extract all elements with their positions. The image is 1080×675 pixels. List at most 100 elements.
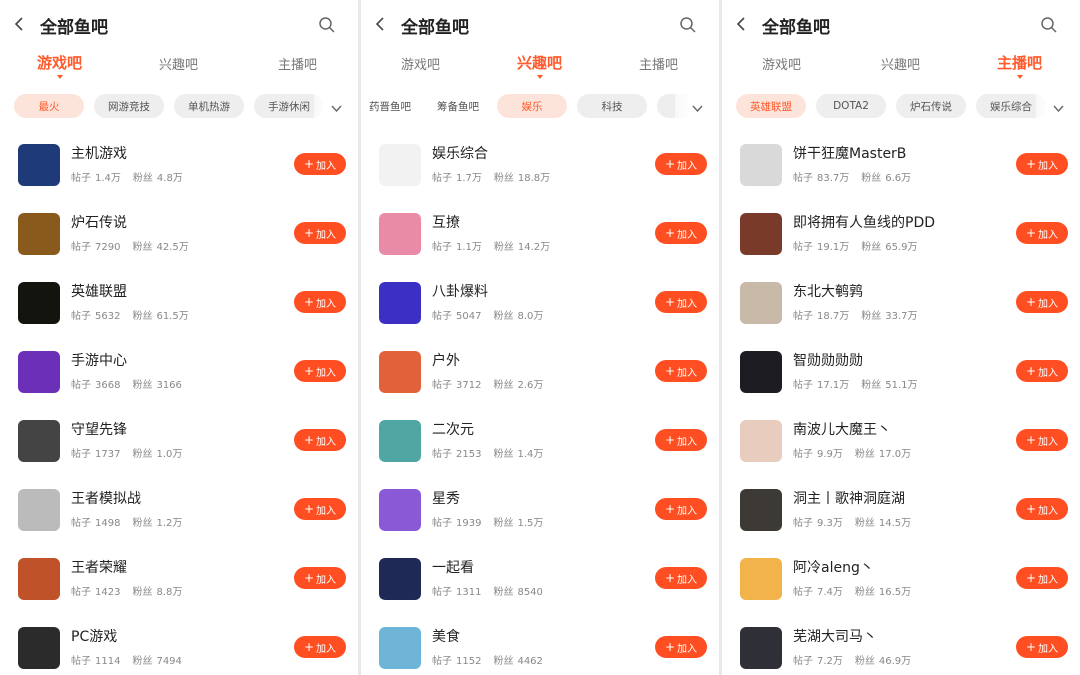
filter-chip[interactable]: 药晋鱼吧	[361, 94, 419, 118]
list-item[interactable]: 洞主丨歌神洞庭湖 帖子 9.3万 粉丝 14.5万 + 加入	[722, 475, 1080, 544]
filter-chip[interactable]: 单机热游	[174, 94, 244, 118]
filter-chip[interactable]: 科技	[577, 94, 647, 118]
plus-icon: +	[664, 157, 676, 171]
join-button[interactable]: + 加入	[1016, 567, 1068, 589]
expand-chips-button[interactable]	[675, 86, 719, 126]
back-button[interactable]	[0, 0, 40, 50]
join-button[interactable]: + 加入	[294, 153, 346, 175]
fans-count: 粉丝 33.7万	[861, 307, 917, 322]
tab-1[interactable]: 兴趣吧	[480, 50, 599, 79]
filter-chips: 最火 网游竞技 单机热游 手游休闲	[0, 94, 324, 118]
anime-girl-avatar	[379, 212, 421, 255]
join-button[interactable]: + 加入	[1016, 636, 1068, 658]
join-button[interactable]: + 加入	[1016, 360, 1068, 382]
list-item[interactable]: 英雄联盟 帖子 5632 粉丝 61.5万 + 加入	[0, 268, 358, 337]
list-item[interactable]: 饼干狂魔MasterB 帖子 83.7万 粉丝 6.6万 + 加入	[722, 130, 1080, 199]
fans-value: 6.6万	[885, 173, 912, 184]
list-item[interactable]: 互撩 帖子 1.1万 粉丝 14.2万 + 加入	[361, 199, 719, 268]
list-item[interactable]: 守望先锋 帖子 1737 粉丝 1.0万 + 加入	[0, 406, 358, 475]
list-item[interactable]: PC游戏 帖子 1114 粉丝 7494 + 加入	[0, 613, 358, 675]
chevron-down-icon	[1052, 97, 1064, 116]
join-button[interactable]: + 加入	[294, 360, 346, 382]
list-item[interactable]: 美食 帖子 1152 粉丝 4462 + 加入	[361, 613, 719, 675]
filter-chip[interactable]: 英雄联盟	[736, 94, 806, 118]
join-button[interactable]: + 加入	[1016, 498, 1068, 520]
list-item[interactable]: 即将拥有人鱼线的PDD 帖子 19.1万 粉丝 65.9万 + 加入	[722, 199, 1080, 268]
expand-chips-button[interactable]	[314, 86, 358, 126]
fans-value: 18.8万	[517, 173, 551, 184]
tab-1[interactable]: 兴趣吧	[841, 50, 960, 73]
list-item[interactable]: 芜湖大司马丶 帖子 7.2万 粉丝 46.9万 + 加入	[722, 613, 1080, 675]
join-button[interactable]: + 加入	[1016, 429, 1068, 451]
filter-chip[interactable]: 筹备鱼吧	[429, 94, 487, 118]
filter-chip[interactable]: 炉石传说	[896, 94, 966, 118]
tab-0[interactable]: 游戏吧	[722, 50, 841, 73]
back-button[interactable]	[722, 0, 762, 50]
join-button[interactable]: + 加入	[294, 636, 346, 658]
join-button[interactable]: + 加入	[1016, 291, 1068, 313]
list-item[interactable]: 智勋勋勋勋 帖子 17.1万 粉丝 51.1万 + 加入	[722, 337, 1080, 406]
join-button[interactable]: + 加入	[294, 222, 346, 244]
join-button[interactable]: + 加入	[655, 636, 707, 658]
posts-count: 帖子 1423	[71, 583, 120, 598]
join-button[interactable]: + 加入	[655, 360, 707, 382]
posts-count: 帖子 83.7万	[793, 169, 849, 184]
posts-value: 17.1万	[817, 380, 850, 391]
fans-count: 粉丝 7494	[132, 652, 181, 667]
posts-count: 帖子 7.4万	[793, 583, 843, 598]
back-button[interactable]	[361, 0, 401, 50]
list-item[interactable]: 一起看 帖子 1311 粉丝 8540 + 加入	[361, 544, 719, 613]
join-button[interactable]: + 加入	[655, 498, 707, 520]
search-icon[interactable]	[318, 16, 336, 34]
filter-chip[interactable]: DOTA2	[816, 94, 886, 118]
join-button[interactable]: + 加入	[655, 291, 707, 313]
screen-panel: 全部鱼吧 游戏吧 兴趣吧 主播吧 英雄联盟 DOTA2 炉石传说 娱乐综合 饼干狂魔Master…	[722, 0, 1080, 675]
join-button[interactable]: + 加入	[294, 429, 346, 451]
streamer-avatar	[740, 281, 782, 324]
list-item[interactable]: 王者荣耀 帖子 1423 粉丝 8.8万 + 加入	[0, 544, 358, 613]
fans-count: 粉丝 8.8万	[132, 583, 182, 598]
list-item[interactable]: 二次元 帖子 2153 粉丝 1.4万 + 加入	[361, 406, 719, 475]
plus-icon: +	[664, 640, 676, 654]
list-item[interactable]: 王者模拟战 帖子 1498 粉丝 1.2万 + 加入	[0, 475, 358, 544]
fans-count: 粉丝 65.9万	[861, 238, 917, 253]
list-item[interactable]: 东北大鹌鹑 帖子 18.7万 粉丝 33.7万 + 加入	[722, 268, 1080, 337]
join-label: 加入	[316, 298, 337, 310]
list-item[interactable]: 星秀 帖子 1939 粉丝 1.5万 + 加入	[361, 475, 719, 544]
plus-icon: +	[664, 364, 676, 378]
join-button[interactable]: + 加入	[655, 153, 707, 175]
list-item[interactable]: 娱乐综合 帖子 1.7万 粉丝 18.8万 + 加入	[361, 130, 719, 199]
filter-chip[interactable]: 娱乐	[497, 94, 567, 118]
tab-0[interactable]: 游戏吧	[361, 50, 480, 73]
posts-count: 帖子 1.1万	[432, 238, 482, 253]
posts-label: 帖子	[432, 242, 452, 253]
list-item[interactable]: 户外 帖子 3712 粉丝 2.6万 + 加入	[361, 337, 719, 406]
join-button[interactable]: + 加入	[1016, 222, 1068, 244]
join-button[interactable]: + 加入	[655, 567, 707, 589]
join-button[interactable]: + 加入	[294, 291, 346, 313]
join-button[interactable]: + 加入	[1016, 153, 1068, 175]
list-item[interactable]: 八卦爆料 帖子 5047 粉丝 8.0万 + 加入	[361, 268, 719, 337]
plus-icon: +	[303, 502, 315, 516]
list-item[interactable]: 主机游戏 帖子 1.4万 粉丝 4.8万 + 加入	[0, 130, 358, 199]
tab-2[interactable]: 主播吧	[960, 50, 1079, 79]
list-item[interactable]: 手游中心 帖子 3668 粉丝 3166 + 加入	[0, 337, 358, 406]
list-item[interactable]: 阿冷aleng丶 帖子 7.4万 粉丝 16.5万 + 加入	[722, 544, 1080, 613]
join-button[interactable]: + 加入	[294, 567, 346, 589]
tab-0[interactable]: 游戏吧	[0, 50, 119, 79]
list-item[interactable]: 炉石传说 帖子 7290 粉丝 42.5万 + 加入	[0, 199, 358, 268]
tab-2[interactable]: 主播吧	[238, 50, 357, 73]
filter-chip[interactable]: 网游竞技	[94, 94, 164, 118]
tab-1[interactable]: 兴趣吧	[119, 50, 238, 73]
search-icon[interactable]	[1040, 16, 1058, 34]
join-button[interactable]: + 加入	[655, 429, 707, 451]
expand-chips-button[interactable]	[1036, 86, 1080, 126]
search-icon[interactable]	[679, 16, 697, 34]
join-button[interactable]: + 加入	[655, 222, 707, 244]
fans-count: 粉丝 4.8万	[133, 169, 183, 184]
chevron-left-icon	[375, 16, 387, 35]
filter-chip[interactable]: 最火	[14, 94, 84, 118]
tab-2[interactable]: 主播吧	[599, 50, 718, 73]
join-button[interactable]: + 加入	[294, 498, 346, 520]
list-item[interactable]: 南波儿大魔王丶 帖子 9.9万 粉丝 17.0万 + 加入	[722, 406, 1080, 475]
